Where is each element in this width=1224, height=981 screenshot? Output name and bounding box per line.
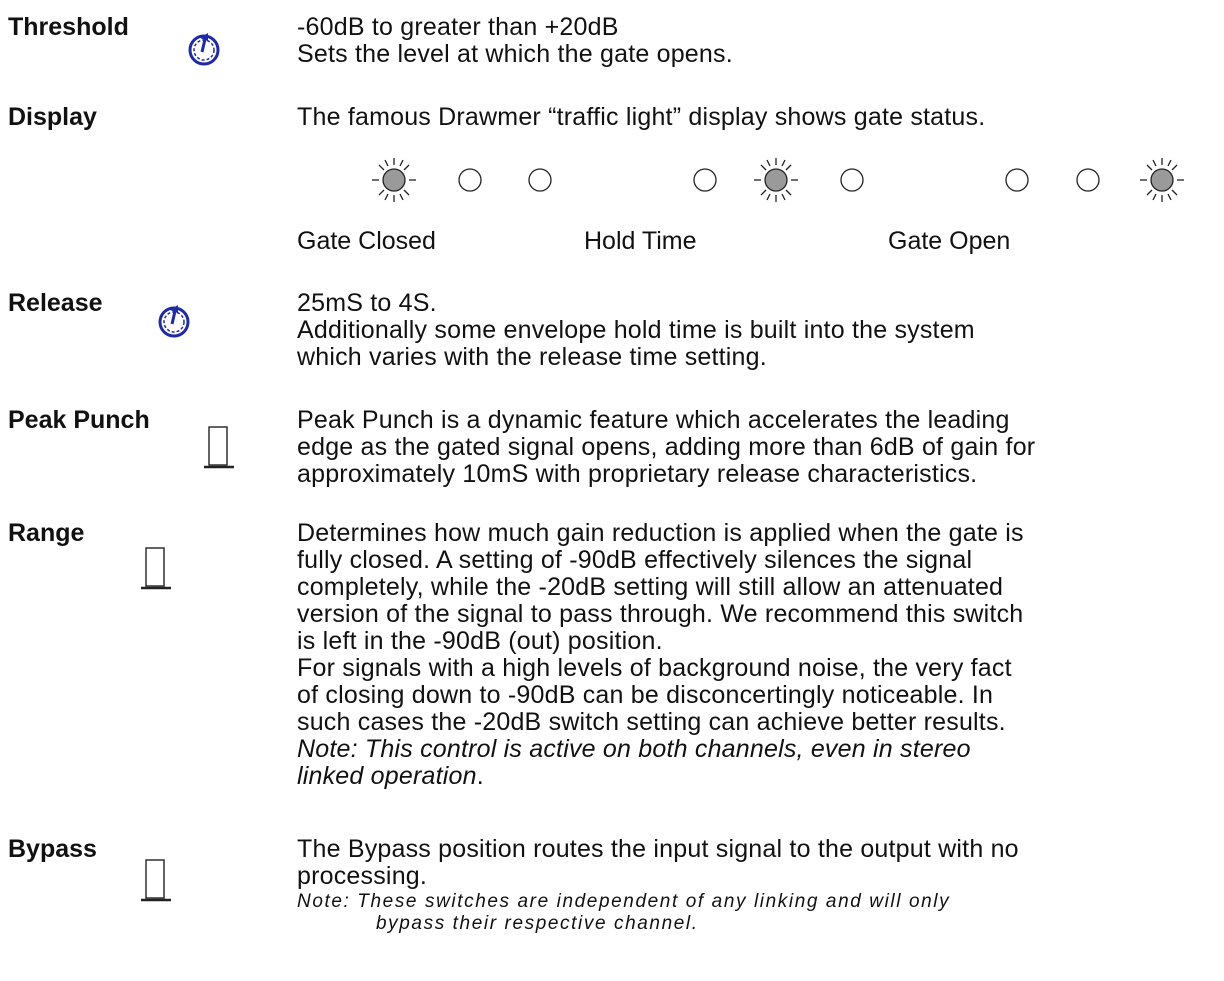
threshold-knob-icon[interactable] [186,30,222,66]
lamp-off-icon [458,168,482,192]
lamp-caption-hold-time: Hold Time [584,227,697,255]
range-note-line: Note: This control is active on both cha… [297,735,971,763]
display-description: The famous Drawmer “traffic light” displ… [297,104,1197,131]
range-line: completely, while the -20dB setting will… [297,573,1004,601]
release-line: which varies with the release time setti… [297,343,767,371]
lamp-off-icon [693,168,717,192]
release-description: 25mS to 4S. Additionally some envelope h… [297,290,1197,371]
range-line: version of the signal to pass through. W… [297,600,1024,628]
peak-punch-line: approximately 10mS with proprietary rele… [297,460,978,488]
lamp-off-icon [1076,168,1100,192]
lamp-off-icon [840,168,864,192]
range-line: of closing down to -90dB can be disconce… [297,681,994,709]
range-line: Determines how much gain reduction is ap… [297,519,1024,547]
peak-punch-switch-icon[interactable] [202,425,236,473]
peak-punch-description: Peak Punch is a dynamic feature which ac… [297,407,1197,488]
lamp-off-icon [528,168,552,192]
range-line: fully closed. A setting of -90dB effecti… [297,546,973,574]
threshold-label: Threshold [8,13,129,41]
manual-page: Threshold -60dB to greater than +20dB Se… [0,0,1224,981]
bypass-description: The Bypass position routes the input sig… [297,836,1197,890]
range-line: For signals with a high levels of backgr… [297,654,1012,682]
bypass-note-line: bypass their respective channel. [376,913,699,934]
threshold-line: -60dB to greater than +20dB [297,13,619,41]
bypass-note: Note: These switches are independent of … [297,891,1197,935]
lamp-caption-gate-closed: Gate Closed [297,227,436,255]
bypass-switch-icon[interactable] [139,858,173,906]
range-label: Range [8,519,85,547]
threshold-description: -60dB to greater than +20dB Sets the lev… [297,14,1197,68]
lamp-lit-icon [372,158,416,202]
range-note-tail: . [476,762,484,790]
bypass-line: The Bypass position routes the input sig… [297,835,1019,863]
bypass-label: Bypass [8,835,97,863]
range-line: such cases the -20dB switch setting can … [297,708,1006,736]
lamp-lit-icon [1140,158,1184,202]
release-line: Additionally some envelope hold time is … [297,316,975,344]
release-line: 25mS to 4S. [297,289,437,317]
bypass-line: processing. [297,862,428,890]
peak-punch-label: Peak Punch [8,406,150,434]
release-knob-icon[interactable] [156,302,192,338]
peak-punch-line: edge as the gated signal opens, adding m… [297,433,1036,461]
range-note-text: linked operation [297,762,477,790]
display-label: Display [8,103,97,131]
peak-punch-line: Peak Punch is a dynamic feature which ac… [297,406,1010,434]
lamp-off-icon [1005,168,1029,192]
range-note-line-2: linked operation. [297,763,1197,790]
range-description: Determines how much gain reduction is ap… [297,520,1197,790]
threshold-line: Sets the level at which the gate opens. [297,40,733,68]
lamp-lit-icon [754,158,798,202]
range-line: is left in the -90dB (out) position. [297,627,663,655]
range-switch-icon[interactable] [139,546,173,594]
lamp-caption-gate-open: Gate Open [888,227,1011,255]
display-line: The famous Drawmer “traffic light” displ… [297,103,986,131]
release-label: Release [8,289,103,317]
bypass-note-line: Note: These switches are independent of … [297,891,951,912]
